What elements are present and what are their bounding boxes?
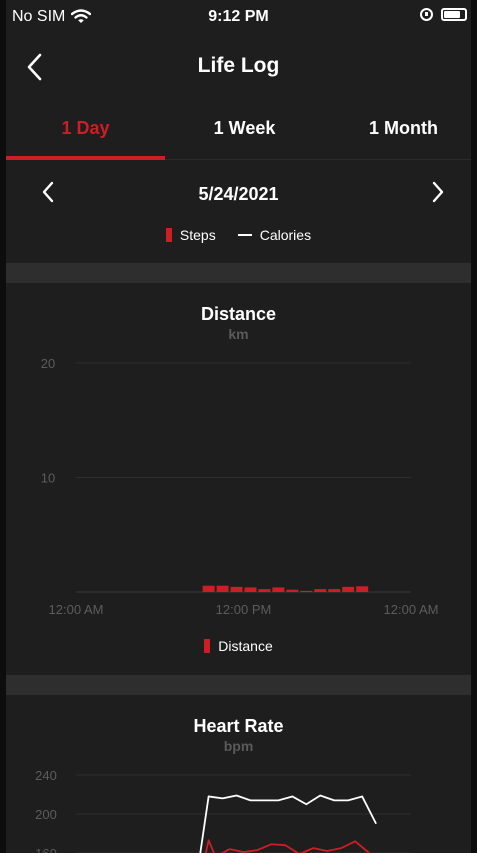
- heart-rate-chart: 160 200 240: [35, 768, 411, 853]
- heart-rate-chart-unit: bpm: [223, 738, 254, 754]
- screen-edge-right: [471, 0, 477, 853]
- app-screen: No SIM 9:12 PM Life Log 1 Day 1 Week 1 M…: [0, 0, 477, 853]
- date-label: 5/24/2021: [198, 184, 279, 204]
- distance-x-tick-label: 12:00 AM: [49, 602, 104, 617]
- rotation-lock-icon: [420, 8, 433, 21]
- distance-y-tick-label: 10: [41, 471, 55, 486]
- distance-bar: [230, 586, 243, 592]
- distance-chart: 10 20 12:00 AM 12:00 PM 12:00 AM: [41, 356, 439, 617]
- distance-bar: [314, 589, 327, 592]
- legend-calories-swatch: [237, 234, 252, 236]
- distance-bar: [216, 585, 229, 592]
- battery-icon: [441, 8, 467, 21]
- heart-rate-chart-title: Heart Rate: [193, 716, 284, 736]
- distance-bar: [286, 589, 299, 592]
- nav-bar: Life Log: [0, 36, 477, 100]
- status-bar: No SIM 9:12 PM: [0, 0, 477, 36]
- section-divider: [6, 263, 471, 283]
- distance-bar: [258, 589, 271, 592]
- distance-bar: [244, 587, 257, 592]
- legend-steps-swatch: [165, 228, 172, 242]
- distance-y-tick-label: 20: [41, 356, 55, 371]
- distance-bar: [272, 587, 285, 592]
- distance-x-tick-label: 12:00 AM: [384, 602, 439, 617]
- distance-bar: [342, 586, 355, 592]
- tab-1-day[interactable]: 1 Day: [6, 118, 165, 139]
- tab-1-week[interactable]: 1 Week: [165, 118, 324, 139]
- period-tabs: 1 Day 1 Week 1 Month: [0, 104, 477, 164]
- legend-steps: Steps: [165, 227, 216, 243]
- heart-rate-y-tick-label: 160: [35, 846, 57, 853]
- distance-x-tick-label: 12:00 PM: [216, 602, 272, 617]
- heart-rate-y-tick-label: 200: [35, 807, 57, 822]
- chevron-right-icon: [432, 181, 444, 203]
- section-divider: [6, 675, 471, 695]
- distance-bar: [300, 590, 313, 592]
- legend-distance-swatch: [204, 639, 211, 653]
- tab-active-indicator: [6, 156, 165, 160]
- legend-calories: Calories: [237, 227, 312, 243]
- date-selector: 5/24/2021: [0, 172, 477, 216]
- distance-legend: Distance: [0, 638, 477, 654]
- next-day-button[interactable]: [428, 178, 448, 206]
- legend-steps-label: Steps: [179, 227, 216, 243]
- tab-1-month[interactable]: 1 Month: [324, 118, 477, 139]
- distance-bar: [328, 589, 341, 592]
- legend-calories-label: Calories: [259, 227, 312, 243]
- distance-bar: [202, 585, 215, 592]
- screen-edge-left: [0, 0, 6, 853]
- chart-legend: Steps Calories: [0, 224, 477, 246]
- heart-rate-y-tick-label: 240: [35, 768, 57, 783]
- distance-bar: [356, 586, 369, 592]
- page-title: Life Log: [197, 54, 280, 77]
- distance-chart-title: Distance: [200, 304, 277, 324]
- heart-rate-line-red: [204, 839, 370, 853]
- status-right: [420, 8, 467, 21]
- legend-distance-label: Distance: [218, 638, 273, 654]
- legend-distance: Distance: [204, 638, 273, 654]
- status-time: 9:12 PM: [208, 8, 269, 25]
